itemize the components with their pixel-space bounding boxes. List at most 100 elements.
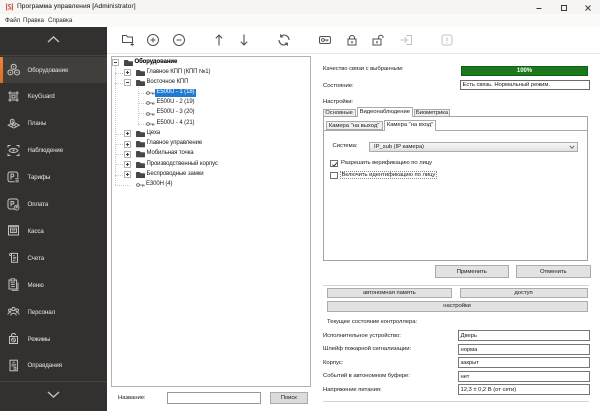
- tariffs-icon: [7, 171, 20, 184]
- sidebar-item-excuses[interactable]: Оправдания: [0, 352, 107, 379]
- check-icon: [331, 161, 339, 169]
- tree-expand[interactable]: [124, 171, 131, 178]
- sidebar-item-keyguard[interactable]: KeyGuard: [0, 83, 107, 110]
- folder-icon: [136, 130, 145, 138]
- toolbar-separator: [107, 53, 600, 54]
- subtab-camera-out[interactable]: Камера "на выход": [326, 121, 383, 130]
- tree-node-selected[interactable]: E500U - 1 (18): [155, 89, 197, 97]
- tree-line: [115, 134, 123, 135]
- tree-line: [138, 124, 146, 125]
- menu-file[interactable]: Файл: [5, 17, 20, 24]
- sidebar-item-equipment[interactable]: Оборудование: [0, 57, 107, 84]
- enter-door-button[interactable]: [399, 33, 413, 47]
- add-folder-button[interactable]: [121, 33, 135, 47]
- payment-icon: [7, 198, 20, 211]
- tree-node[interactable]: Главное КПП (КПП №1): [147, 69, 211, 78]
- add-device-icon: [146, 33, 160, 47]
- sidebar-collapse[interactable]: [0, 27, 107, 55]
- move-up-button[interactable]: [212, 33, 226, 47]
- quality-value: 100%: [462, 67, 587, 76]
- device-icon: [136, 182, 145, 188]
- tree-node[interactable]: Мобильная точка: [147, 150, 194, 159]
- tree-line: [115, 83, 123, 84]
- tree-node[interactable]: E500U - 2 (19): [157, 99, 195, 108]
- memory-button[interactable]: автономная память: [327, 288, 453, 299]
- refresh-button[interactable]: [277, 33, 291, 47]
- application-window: Программа управления [Administrator] Фай…: [0, 0, 600, 411]
- identification-checkbox[interactable]: [330, 172, 338, 180]
- tree-node[interactable]: E500U - 4 (21): [157, 120, 195, 129]
- sidebar-item-modes[interactable]: Режимы: [0, 326, 107, 353]
- sidebar-item-invoices[interactable]: Счета: [0, 245, 107, 272]
- tree-expand[interactable]: [124, 130, 131, 137]
- sidebar-expand[interactable]: [0, 382, 107, 411]
- close-button[interactable]: [580, 4, 596, 12]
- subtab-camera-in[interactable]: Камера "на вход": [384, 120, 436, 131]
- lock-open-icon: [371, 33, 385, 47]
- sidebar-item-plans[interactable]: Планы: [0, 110, 107, 137]
- minimize-button[interactable]: [531, 4, 547, 12]
- sidebar-item-monitoring[interactable]: Наблюдение: [0, 137, 107, 164]
- lock-closed-button[interactable]: [345, 33, 359, 47]
- sidebar-item-personnel[interactable]: Персонал: [0, 299, 107, 326]
- move-down-button[interactable]: [237, 33, 251, 47]
- key-card-icon: [318, 33, 332, 47]
- move-down-icon: [237, 33, 251, 47]
- minimize-icon: [531, 4, 547, 12]
- sidebar-item-label: KeyGuard: [28, 93, 55, 100]
- move-up-icon: [212, 33, 226, 47]
- tree-node[interactable]: E500U - 3 (20): [157, 109, 195, 118]
- close-icon: [580, 4, 596, 12]
- tree-line: [115, 175, 123, 176]
- folder-icon: [136, 150, 145, 158]
- maximize-button[interactable]: [556, 4, 572, 12]
- chevron-down-icon: [47, 391, 60, 398]
- tree-node[interactable]: Оборудование: [135, 59, 178, 68]
- sidebar-item-cash[interactable]: Касса: [0, 218, 107, 245]
- field-value: 12,3 ± 0,2 В (от сети): [458, 384, 590, 395]
- tree-expand[interactable]: [124, 79, 131, 86]
- apply-button[interactable]: Применить: [435, 265, 510, 278]
- cancel-button[interactable]: Отменить: [516, 265, 591, 278]
- title-bar: Программа управления [Administrator]: [0, 0, 600, 14]
- tree-node[interactable]: Цеха: [147, 130, 161, 139]
- verification-checkbox[interactable]: [330, 160, 338, 168]
- key-card-button[interactable]: [318, 33, 332, 47]
- chevron-up-icon: [47, 36, 60, 43]
- menu-icon: [7, 278, 20, 291]
- lock-open-button[interactable]: [371, 33, 385, 47]
- tree-expand-root[interactable]: [112, 59, 119, 66]
- keyguard-icon: [7, 90, 20, 103]
- add-folder-icon: [121, 33, 135, 47]
- system-dropdown[interactable]: IP_sub (IP камера): [369, 142, 578, 152]
- access-button[interactable]: доступ: [460, 288, 588, 299]
- state-label: Состояние:: [323, 83, 354, 89]
- menu-edit[interactable]: Правка: [23, 17, 44, 24]
- plans-icon: [7, 117, 20, 130]
- search-input[interactable]: [167, 392, 261, 404]
- sidebar-item-payment[interactable]: Оплата: [0, 191, 107, 218]
- tree-node[interactable]: Главное управление: [147, 140, 203, 149]
- tree-node[interactable]: Восточное КПП: [147, 79, 189, 88]
- sidebar-item-tariffs[interactable]: Тарифы: [0, 164, 107, 191]
- tree-node[interactable]: Беспроводные замки: [147, 171, 204, 180]
- sidebar-item-label: Касса: [28, 228, 44, 235]
- tree-expand[interactable]: [124, 161, 131, 168]
- settings-button[interactable]: настройки: [327, 301, 588, 312]
- remove-device-button[interactable]: [172, 33, 186, 47]
- tree-expand[interactable]: [124, 151, 131, 158]
- tree-line: [115, 185, 130, 186]
- tree-expand[interactable]: [124, 69, 131, 76]
- tab-video[interactable]: Видеонаблюдение: [357, 107, 413, 117]
- tab-pane: [323, 116, 588, 261]
- field-label: Исполнительное устройство:: [323, 333, 401, 339]
- alert-info-button[interactable]: [440, 33, 454, 47]
- tree-node[interactable]: E300H (4): [146, 181, 172, 190]
- tree-expand[interactable]: [124, 141, 131, 148]
- tree-node[interactable]: Производственный корпус: [147, 161, 218, 170]
- tree-line: [138, 103, 146, 104]
- search-button[interactable]: Поиск: [270, 392, 309, 404]
- add-device-button[interactable]: [146, 33, 160, 47]
- menu-help[interactable]: Справка: [48, 17, 72, 24]
- sidebar-item-menu[interactable]: Меню: [0, 272, 107, 299]
